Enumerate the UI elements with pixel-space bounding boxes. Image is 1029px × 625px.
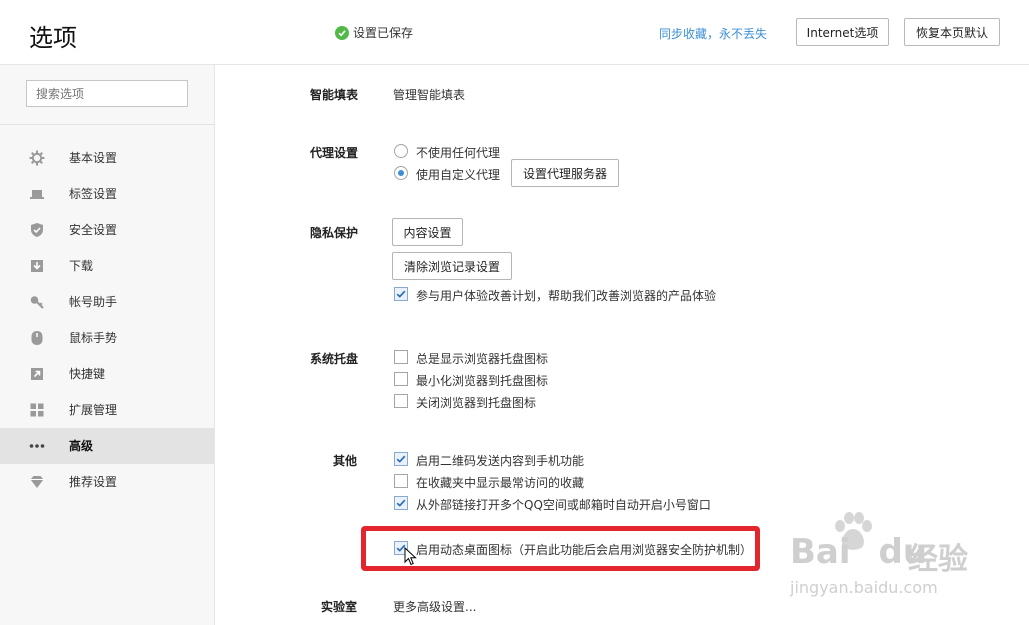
diamond-icon [29,474,45,490]
qrcode-checkbox[interactable] [394,452,408,466]
frequent-favorites-label: 在收藏夹中显示最常访问的收藏 [416,476,585,490]
sidebar-item-advanced[interactable]: 高级 [0,428,214,464]
sidebar-item-basic[interactable]: 基本设置 [0,140,214,176]
sidebar: 基本设置 标签设置 安全设置 下载 帐号助手 鼠标手势 快捷键 [0,65,215,625]
sidebar-item-label: 下载 [69,259,94,273]
proxy-section-label: 代理设置 [310,146,359,160]
sidebar-item-label: 标签设置 [69,187,118,201]
shortcut-arrow-icon [29,366,45,382]
tray-minimize-checkbox[interactable] [394,372,408,386]
search-input[interactable] [26,80,188,107]
grid-icon [29,402,45,418]
sidebar-item-download[interactable]: 下载 [0,248,214,284]
sidebar-item-label: 基本设置 [69,151,118,165]
key-icon [29,294,45,310]
download-icon [29,258,45,274]
watermark-url-text: jingyan.baidu.com [790,578,938,597]
sidebar-item-shortcuts[interactable]: 快捷键 [0,356,214,392]
sidebar-item-security[interactable]: 安全设置 [0,212,214,248]
content-settings-button[interactable]: 内容设置 [392,218,463,246]
watermark-cn-text: 经验 [908,542,968,577]
proxy-server-button[interactable]: 设置代理服务器 [511,159,619,187]
autofill-section-label: 智能填表 [310,88,359,102]
more-dots-icon [29,438,45,454]
tray-minimize-label: 最小化浏览器到托盘图标 [416,374,549,388]
mouse-shield-icon [29,330,45,346]
clear-history-button[interactable]: 清除浏览记录设置 [392,252,512,280]
mouse-cursor-icon [404,547,417,566]
saved-status-text: 设置已保存 [353,26,414,40]
no-proxy-label: 不使用任何代理 [416,146,501,160]
sidebar-item-label: 快捷键 [69,367,106,381]
other-section-label: 其他 [333,454,358,468]
sidebar-item-tabs[interactable]: 标签设置 [0,176,214,212]
sidebar-item-recommended[interactable]: 推荐设置 [0,464,214,500]
more-advanced-link[interactable]: 更多高级设置... [393,598,476,615]
sidebar-divider [0,124,214,125]
restore-defaults-button[interactable]: 恢复本页默认 [904,18,1000,46]
sidebar-item-gestures[interactable]: 鼠标手势 [0,320,214,356]
alt-window-label: 从外部链接打开多个QQ空间或邮箱时自动开启小号窗口 [416,498,711,512]
check-circle-icon [335,25,349,40]
manage-autofill-link[interactable]: 管理智能填表 [393,86,465,103]
checkmark-icon [396,499,406,507]
checkmark-icon [396,290,406,298]
saved-status: 设置已保存 [335,24,413,41]
options-header: 选项 设置已保存 同步收藏，永不丢失 Internet选项 恢复本页默认 [0,0,1029,65]
sidebar-item-label: 帐号助手 [69,295,118,309]
frequent-favorites-checkbox[interactable] [394,474,408,488]
tray-always-checkbox[interactable] [394,350,408,364]
watermark-brand-text: Bai [790,532,851,572]
no-proxy-radio[interactable] [394,144,408,158]
internet-options-button[interactable]: Internet选项 [796,18,889,46]
tray-close-label: 关闭浏览器到托盘图标 [416,396,537,410]
custom-proxy-radio[interactable] [394,166,408,180]
sidebar-item-account[interactable]: 帐号助手 [0,284,214,320]
sidebar-item-extensions[interactable]: 扩展管理 [0,392,214,428]
page-title: 选项 [29,24,77,52]
sidebar-item-label: 推荐设置 [69,475,118,489]
tray-always-label: 总是显示浏览器托盘图标 [416,352,549,366]
tray-close-checkbox[interactable] [394,394,408,408]
shield-check-icon [29,222,45,238]
ux-plan-checkbox[interactable] [394,287,408,301]
sidebar-item-label: 安全设置 [69,223,118,237]
dynamic-icon-label: 启用动态桌面图标（开启此功能后会启用浏览器安全防护机制） [416,543,753,557]
laptop-icon [29,186,45,202]
sidebar-item-label: 高级 [69,439,94,453]
privacy-section-label: 隐私保护 [310,226,359,240]
gear-icon [29,150,45,166]
sidebar-item-label: 扩展管理 [69,403,118,417]
ux-plan-label: 参与用户体验改善计划，帮助我们改善浏览器的产品体验 [416,289,717,303]
sidebar-item-label: 鼠标手势 [69,331,118,345]
tray-section-label: 系统托盘 [310,352,359,366]
lab-section-label: 实验室 [321,600,358,614]
sync-favorites-link[interactable]: 同步收藏，永不丢失 [659,25,767,42]
qrcode-label: 启用二维码发送内容到手机功能 [416,454,585,468]
custom-proxy-label: 使用自定义代理 [416,168,501,182]
checkmark-icon [396,455,406,463]
alt-window-checkbox[interactable] [394,496,408,510]
